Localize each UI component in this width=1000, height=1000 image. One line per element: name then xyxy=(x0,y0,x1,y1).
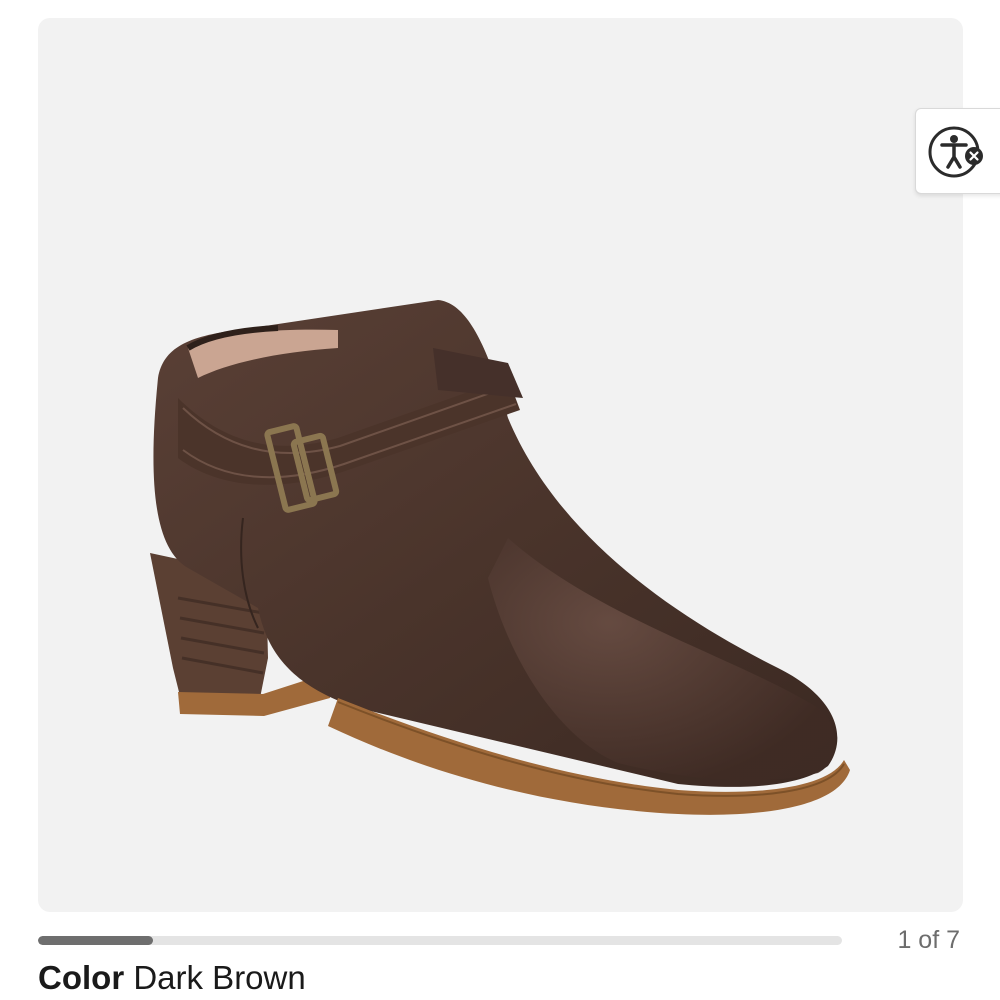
color-label: Color xyxy=(38,959,125,996)
gallery-counter: 1 of 7 xyxy=(897,926,960,954)
accessibility-button[interactable] xyxy=(915,108,1000,194)
product-page: 1 of 7 Color Dark Brown xyxy=(0,0,1000,1000)
product-image[interactable] xyxy=(38,18,963,912)
gallery-progress-bar[interactable] xyxy=(38,936,842,945)
gallery-progress-fill xyxy=(38,936,153,945)
accessibility-icon xyxy=(928,126,983,178)
color-value: Dark Brown xyxy=(133,959,306,996)
product-image-gallery[interactable] xyxy=(38,18,963,912)
color-selection: Color Dark Brown xyxy=(38,958,306,998)
